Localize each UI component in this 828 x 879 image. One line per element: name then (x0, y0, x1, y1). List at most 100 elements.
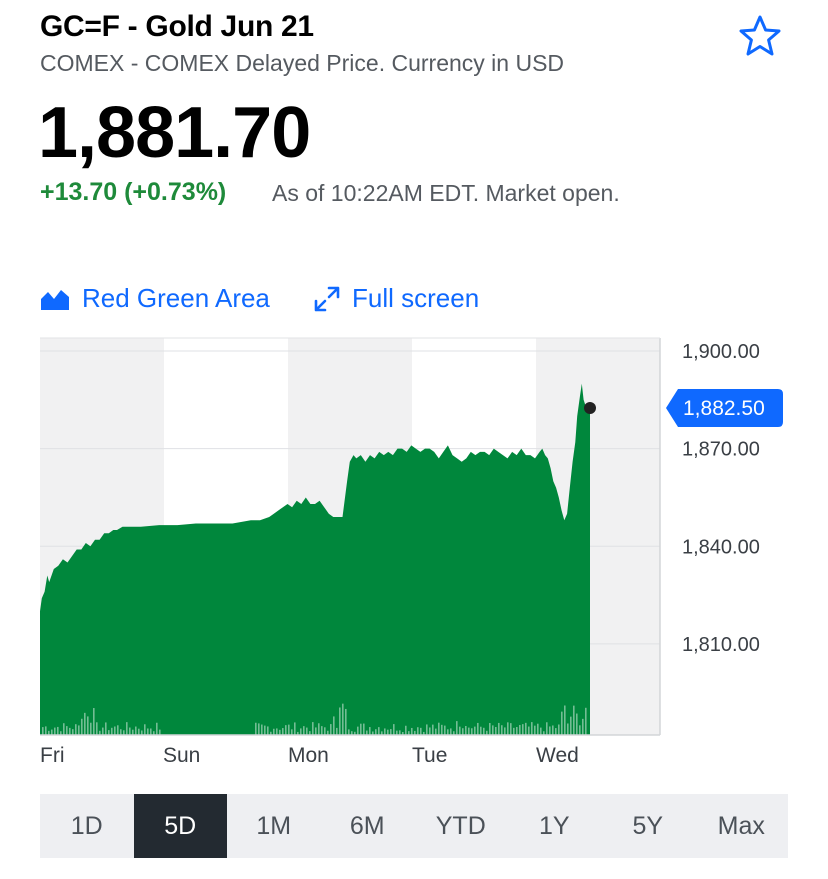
y-axis-labels: 1,900.00 1,870.00 1,840.00 1,810.00 (682, 341, 760, 656)
volume-bar (480, 726, 482, 735)
volume-bar (57, 726, 59, 735)
volume-bar (552, 725, 554, 735)
range-button-5d[interactable]: 5D (133, 794, 227, 858)
volume-bar (45, 726, 47, 735)
chart-type-label: Red Green Area (82, 283, 270, 313)
volume-bar (87, 716, 89, 735)
x-tick-label: Mon (288, 744, 329, 767)
volume-bar (279, 729, 281, 735)
volume-bar (261, 724, 263, 735)
exchange-subtitle: COMEX - COMEX Delayed Price. Currency in… (40, 50, 565, 76)
volume-bar (159, 729, 161, 735)
range-button-1d[interactable]: 1D (40, 794, 134, 858)
volume-bar (63, 723, 65, 735)
volume-bar (495, 727, 497, 735)
volume-bar (312, 722, 314, 735)
range-button-6m[interactable]: 6M (321, 794, 415, 858)
volume-bar (489, 723, 491, 735)
volume-bar (72, 729, 74, 735)
volume-bar (522, 724, 524, 735)
y-tick-label: 1,870.00 (682, 439, 760, 461)
volume-bar (84, 712, 86, 735)
volume-bar (132, 729, 134, 735)
volume-bar (264, 725, 266, 735)
fullscreen-button[interactable]: Full screen (314, 283, 479, 314)
volume-bar (258, 723, 260, 735)
volume-bar (519, 724, 521, 735)
volume-bar (294, 722, 296, 735)
volume-bar (507, 722, 509, 735)
area-chart-icon (41, 289, 69, 310)
volume-bar (498, 722, 500, 735)
price-change: +13.70 (+0.73%) (40, 178, 227, 206)
volume-bar (537, 723, 539, 735)
volume-bar (387, 729, 389, 735)
volume-bar (585, 707, 587, 735)
volume-bar (150, 728, 152, 735)
volume-bar (78, 725, 80, 735)
volume-bar (66, 726, 68, 735)
volume-bar (567, 723, 569, 735)
volume-bar (342, 703, 344, 735)
volume-bar (555, 728, 557, 735)
volume-bar (474, 726, 476, 735)
volume-bar (90, 722, 92, 735)
volume-bar (291, 729, 293, 735)
volume-bar (477, 722, 479, 735)
volume-bar (282, 728, 284, 735)
volume-bar (384, 728, 386, 735)
volume-bar (255, 722, 257, 735)
volume-bar (363, 723, 365, 735)
volume-bar (378, 727, 380, 735)
watchlist-star-icon[interactable] (738, 14, 782, 58)
volume-bar (435, 728, 437, 735)
volume-bar (315, 727, 317, 735)
volume-bar (432, 724, 434, 735)
volume-bar (105, 722, 107, 735)
volume-bar (339, 707, 341, 735)
y-tick-label: 1,900.00 (682, 341, 760, 363)
expand-icon (314, 286, 340, 311)
volume-bar (528, 726, 530, 735)
volume-bar (417, 727, 419, 735)
volume-bar (54, 727, 56, 735)
volume-bar (288, 724, 290, 735)
current-price: 1,881.70 (38, 93, 311, 173)
volume-bar (546, 722, 548, 735)
volume-bar (129, 727, 131, 735)
volume-bar (306, 727, 308, 735)
x-tick-label: Sun (163, 744, 200, 767)
volume-bar (564, 705, 566, 735)
range-button-ytd[interactable]: YTD (414, 794, 508, 858)
volume-bar (144, 724, 146, 735)
volume-bar (102, 727, 104, 735)
volume-bar (114, 726, 116, 735)
price-chart[interactable]: 1,900.00 1,870.00 1,840.00 1,810.00 Fri Sun M… (0, 330, 828, 780)
volume-bar (501, 725, 503, 735)
volume-bar (576, 713, 578, 735)
volume-bar (51, 729, 53, 735)
volume-bar (324, 727, 326, 735)
x-axis-labels: Fri Sun Mon Tue Wed (40, 744, 579, 767)
volume-bar (405, 725, 407, 735)
volume-bar (438, 722, 440, 735)
volume-bar (531, 722, 533, 735)
volume-bar (456, 721, 458, 735)
volume-bar (318, 723, 320, 735)
fullscreen-label: Full screen (352, 283, 480, 313)
volume-bar (549, 726, 551, 735)
range-button-5y[interactable]: 5Y (601, 794, 695, 858)
volume-bar (321, 726, 323, 735)
volume-bar (348, 729, 350, 735)
range-button-1m[interactable]: 1M (227, 794, 321, 858)
volume-bar (330, 724, 332, 735)
current-price-badge: 1,882.50 (666, 388, 783, 427)
volume-bar (333, 716, 335, 735)
range-button-max[interactable]: Max (695, 794, 789, 858)
chart-type-button[interactable]: Red Green Area (40, 283, 270, 314)
volume-bar (360, 723, 362, 735)
volume-bar (471, 728, 473, 735)
range-button-1y[interactable]: 1Y (508, 794, 602, 858)
volume-bar (75, 724, 77, 735)
volume-bar (120, 729, 122, 735)
